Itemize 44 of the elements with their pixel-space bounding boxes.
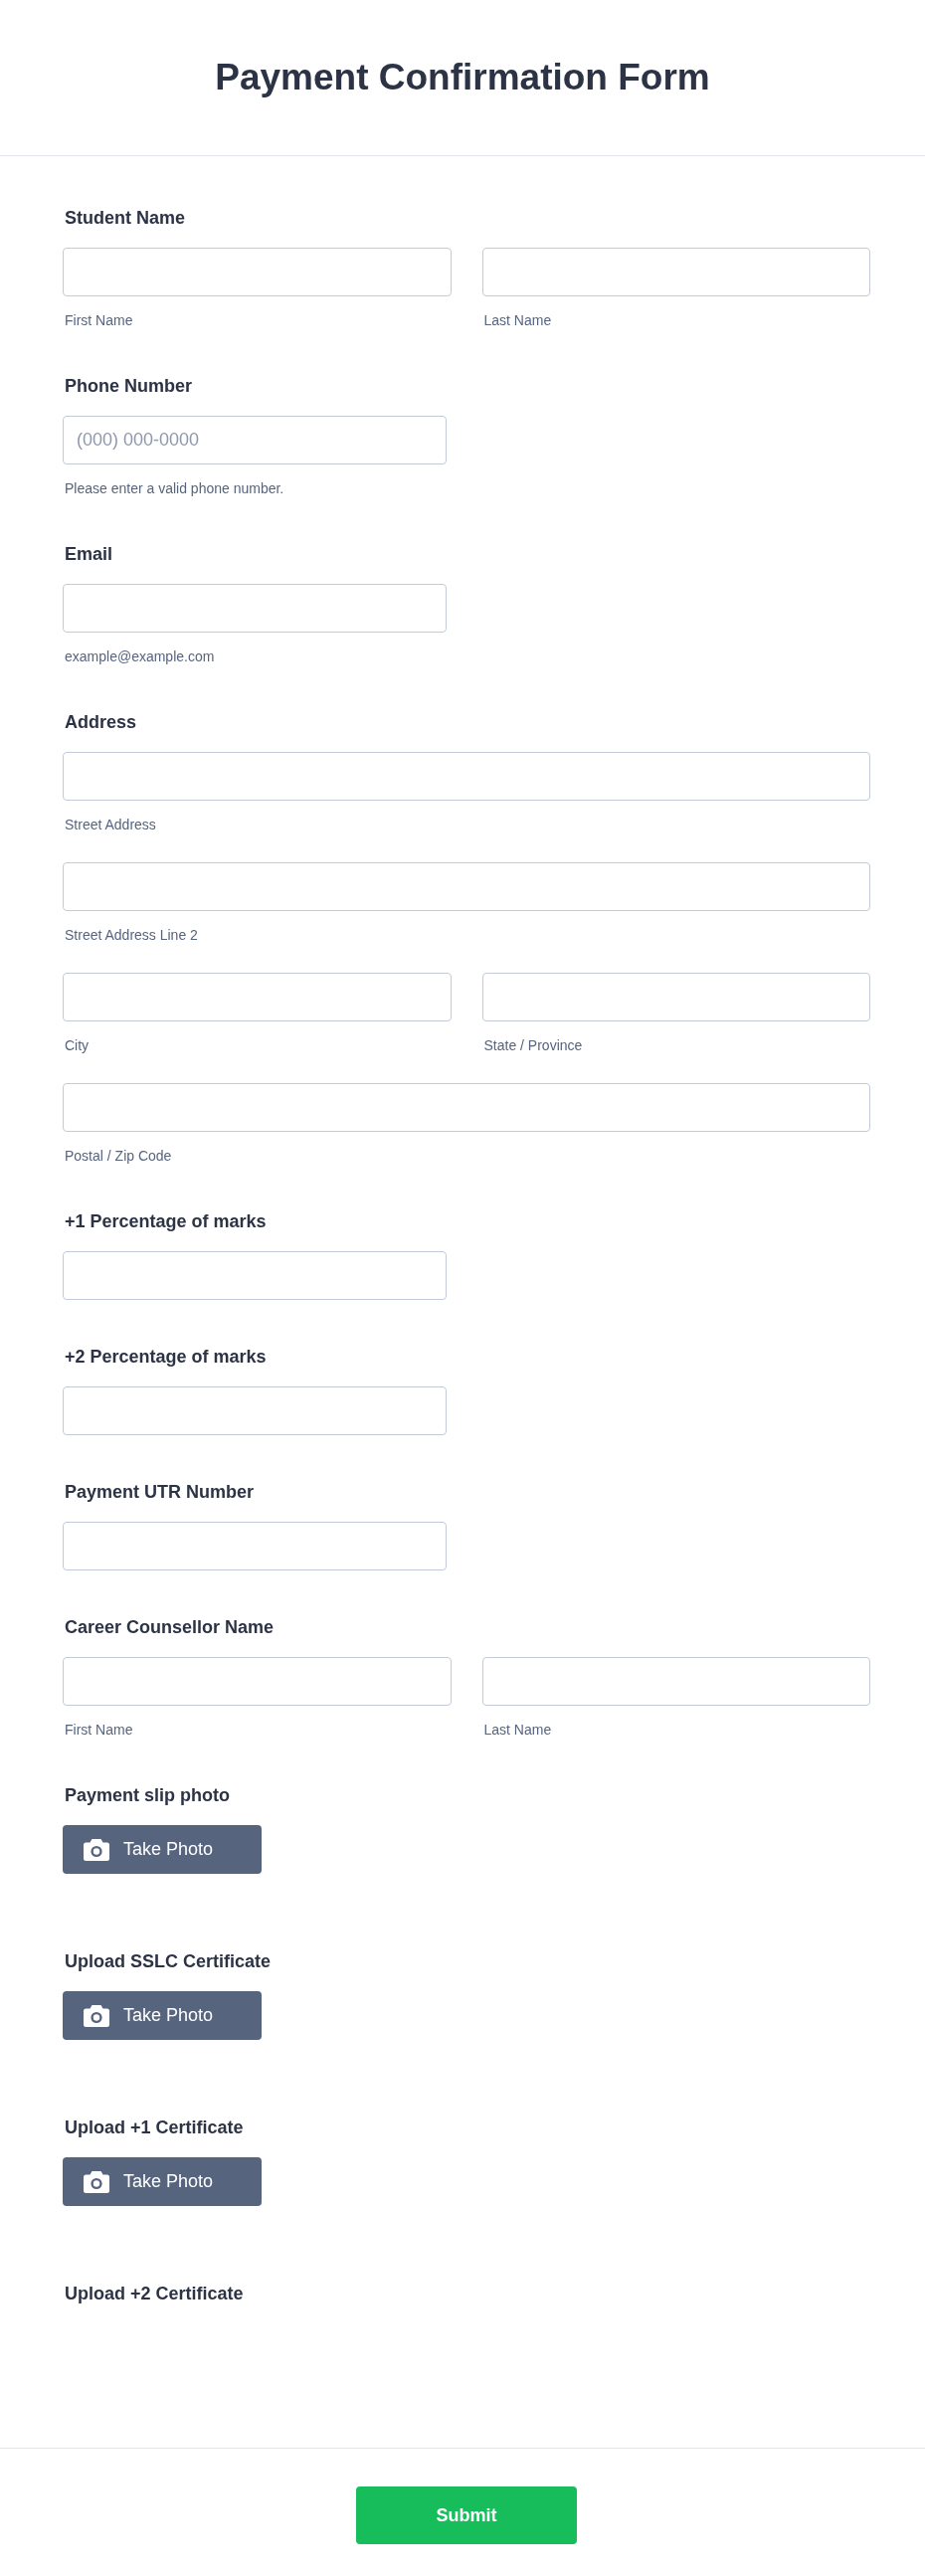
question-label: Address: [65, 711, 137, 734]
field-caption: Last Name: [483, 311, 552, 329]
input-field[interactable]: [481, 973, 870, 1021]
input-field[interactable]: [63, 1657, 452, 1706]
question-label: Upload SSLC Certificate: [65, 1950, 272, 1973]
input-field[interactable]: [481, 1657, 870, 1706]
question-label: Upload +1 Certificate: [65, 2116, 244, 2139]
input-field[interactable]: [481, 248, 870, 296]
take-photo-button[interactable]: Take Photo: [63, 1825, 262, 1874]
field-caption: State / Province: [483, 1036, 583, 1054]
input-field[interactable]: [63, 248, 452, 296]
field-caption: Please enter a valid phone number.: [65, 479, 284, 497]
input-field[interactable]: [63, 973, 452, 1021]
question-label: +1 Percentage of marks: [65, 1210, 267, 1233]
field-caption: First Name: [65, 1721, 133, 1739]
input-field[interactable]: [63, 1522, 447, 1570]
question-label: Payment UTR Number: [65, 1481, 255, 1504]
input-field[interactable]: (000) 000-0000: [63, 416, 447, 464]
field-caption: Street Address Line 2: [65, 926, 198, 944]
camera-icon: [84, 2004, 109, 2027]
question-label: Career Counsellor Name: [65, 1616, 275, 1639]
field-caption: City: [65, 1036, 90, 1054]
field-caption: Postal / Zip Code: [65, 1147, 172, 1165]
input-field[interactable]: [63, 1083, 870, 1132]
input-field[interactable]: [63, 584, 447, 633]
question-label: Phone Number: [65, 375, 192, 398]
take-photo-button[interactable]: Take Photo: [63, 2157, 262, 2206]
input-field[interactable]: [63, 1386, 447, 1435]
camera-icon: [84, 2170, 109, 2193]
question-label: Upload +2 Certificate: [65, 2283, 244, 2305]
question-label: Payment slip photo: [65, 1784, 231, 1807]
field-caption: First Name: [65, 311, 133, 329]
input-field[interactable]: [63, 862, 870, 911]
input-field[interactable]: [63, 752, 870, 801]
take-photo-button[interactable]: Take Photo: [63, 1991, 262, 2040]
camera-icon: [84, 1838, 109, 1861]
field-caption: Street Address: [65, 816, 156, 833]
question-label: Student Name: [65, 207, 186, 230]
question-label: Email: [65, 543, 113, 566]
field-caption: example@example.com: [65, 647, 215, 665]
question-label: +2 Percentage of marks: [65, 1346, 267, 1369]
field-caption: Last Name: [483, 1721, 552, 1739]
input-field[interactable]: [63, 1251, 447, 1300]
form-title: Payment Confirmation Form: [215, 56, 710, 99]
